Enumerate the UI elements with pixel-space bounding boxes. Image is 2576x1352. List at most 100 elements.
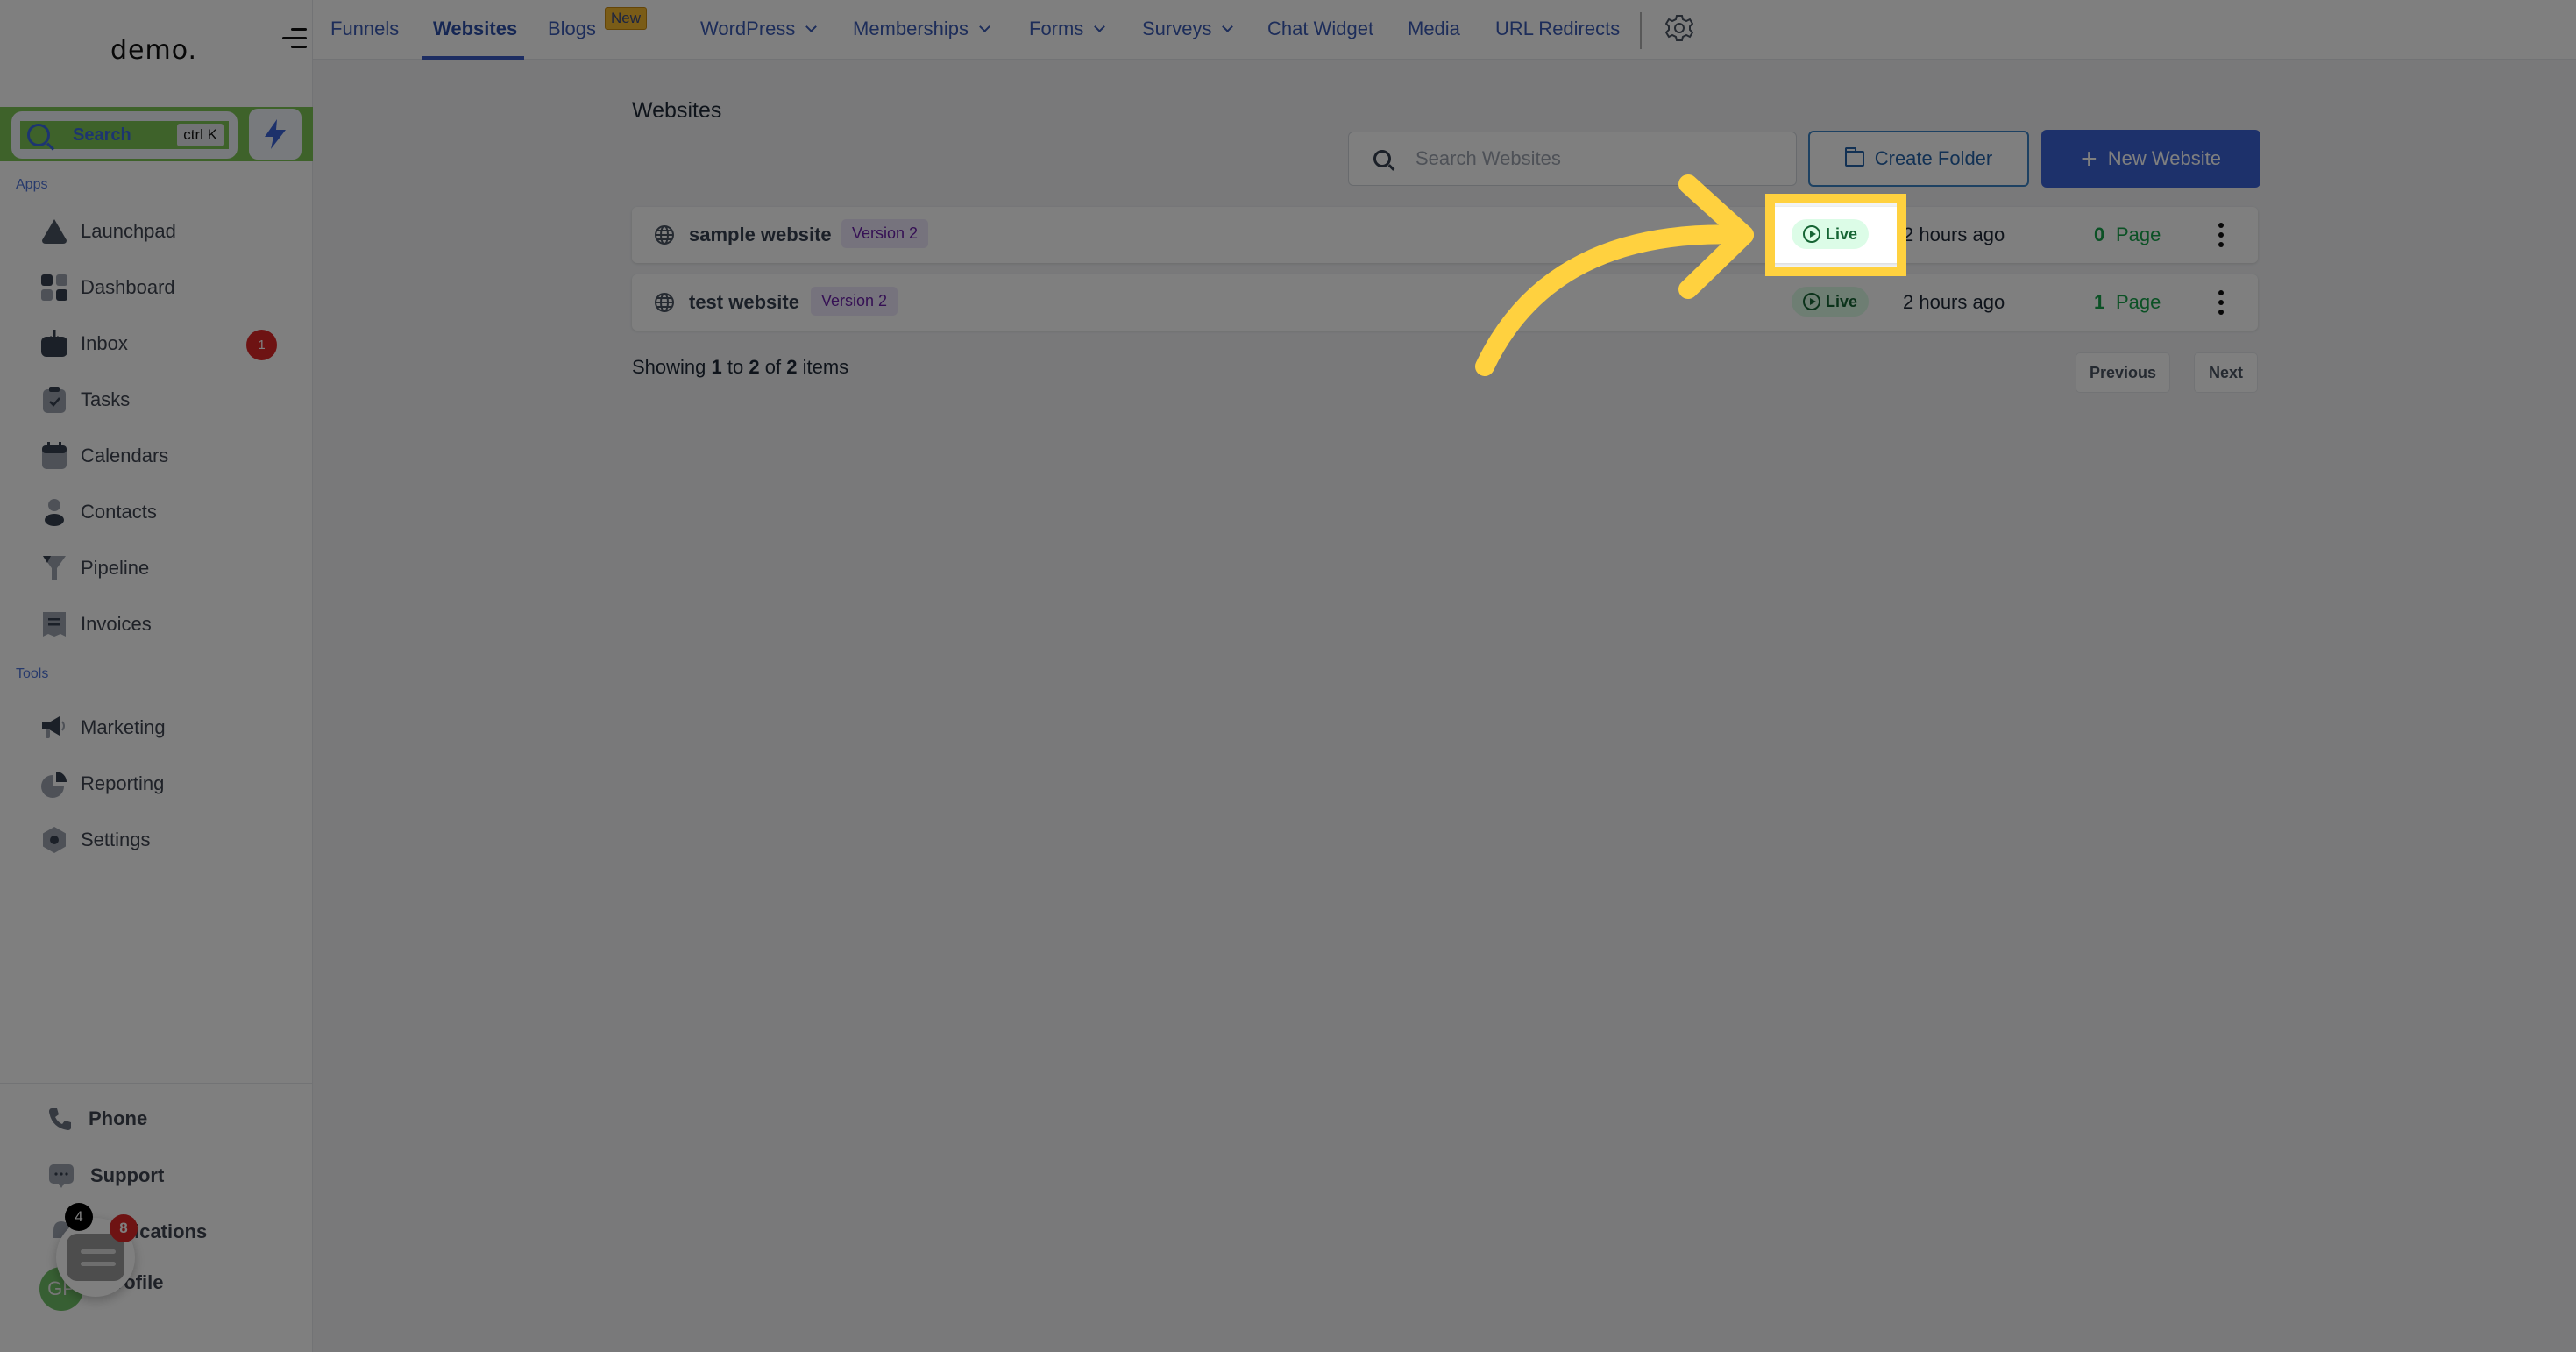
sidebar-item-dashboard[interactable]: Dashboard [40,270,175,305]
sidebar-item-support[interactable]: Support [48,1163,164,1189]
sidebar-item-tasks[interactable]: Tasks [40,382,130,417]
pagination-summary: Showing 1 to 2 of 2 items [632,356,848,379]
tab-label: Memberships [853,18,969,39]
sidebar-item-reporting[interactable]: Reporting [40,766,164,801]
tab-memberships[interactable]: Memberships [853,18,990,40]
sidebar-item-label: Reporting [81,772,165,794]
page-count: 1 [2094,291,2105,313]
version-badge: Version 2 [811,287,898,316]
search-icon [1373,150,1391,167]
sidebar-item-label: Marketing [81,716,166,738]
tab-label: Forms [1029,18,1084,39]
inbox-badge: 1 [246,330,277,360]
tutorial-overlay [0,0,2576,1352]
chevron-down-icon [979,21,990,32]
tab-label: Media [1408,18,1460,39]
page-label[interactable]: Page [2116,291,2161,314]
more-options-button[interactable] [2214,221,2228,249]
sidebar-item-label: Contacts [81,501,157,523]
tab-wordpress[interactable]: WordPress [700,18,818,40]
tab-label: Surveys [1142,18,1212,39]
range-to: 2 [749,356,760,378]
dashboard-icon [40,274,68,302]
more-options-button[interactable] [2214,288,2228,317]
tab-label: Websites [433,18,518,39]
search-websites-input[interactable] [1416,147,1766,170]
chat-widget-icon [67,1234,124,1281]
tab-funnels[interactable]: Funnels [330,18,399,40]
sidebar-item-settings[interactable]: Settings [40,822,151,857]
sidebar-item-label: Support [90,1164,165,1186]
chevron-down-icon [1222,21,1234,32]
sidebar-item-label: Inbox [81,332,128,354]
sidebar-item-marketing[interactable]: Marketing [40,710,166,745]
globe-icon [655,293,674,312]
status-badge: Live [1792,219,1869,249]
sidebar-item-label: Phone [89,1107,148,1129]
new-badge: New [605,7,648,30]
tab-url-redirects[interactable]: URL Redirects [1495,18,1620,40]
create-folder-button[interactable]: Create Folder [1808,131,2029,187]
page-title: Websites [632,98,722,123]
sidebar-item-label: Calendars [81,445,169,466]
quick-actions-button[interactable] [249,109,302,160]
status-label: Live [1825,224,1858,243]
contacts-icon [40,498,68,526]
page-count: 0 [2094,224,2105,245]
sidebar-item-phone[interactable]: Phone [48,1107,147,1131]
sidebar-item-calendars[interactable]: Calendars [40,438,168,473]
tasks-icon [40,386,68,414]
tab-media[interactable]: Media [1408,18,1460,40]
sidebar-item-invoices[interactable]: Invoices [40,607,152,642]
table-row[interactable]: test website Version 2 Live 2 hours ago … [632,274,2258,331]
website-name[interactable]: sample website [689,224,832,246]
tab-chat-widget[interactable]: Chat Widget [1267,18,1373,40]
sidebar-item-label: Invoices [81,613,152,635]
pipeline-icon [40,554,68,582]
tab-forms[interactable]: Forms [1029,18,1106,40]
sidebar-search[interactable]: Search ctrl K [20,121,229,149]
search-shortcut: ctrl K [177,124,224,146]
top-nav: Funnels Websites Blogs New WordPress Mem… [313,0,2576,60]
create-folder-label: Create Folder [1874,147,1993,169]
sidebar-item-label: Settings [81,829,151,850]
sidebar-item-contacts[interactable]: Contacts [40,495,157,530]
tab-websites[interactable]: Websites [433,18,517,40]
folder-icon [1844,147,1864,167]
section-label-apps: Apps [16,177,48,192]
logo: demo. [110,35,198,66]
chevron-down-icon [1094,21,1106,32]
globe-icon [655,225,674,245]
inbox-icon [40,330,68,358]
page-label[interactable]: Page [2116,224,2161,246]
table-row[interactable]: sample website Version 2 Live 2 hours ag… [632,207,2258,263]
sidebar-divider [0,1083,313,1084]
updated-time: 2 hours ago [1903,224,2005,245]
text: items [802,356,849,378]
new-website-label: New Website [2107,147,2221,169]
sidebar-item-pipeline[interactable]: Pipeline [40,551,149,586]
megaphone-icon [40,714,68,742]
sidebar-item-label: Pipeline [81,557,150,579]
version-badge: Version 2 [841,219,929,248]
sidebar-item-inbox[interactable]: Inbox [40,326,128,361]
play-circle-icon [1802,225,1820,243]
next-button[interactable]: Next [2194,352,2258,393]
settings-gear-button[interactable] [1664,14,1694,42]
status-label: Live [1825,292,1858,310]
updated-time: 2 hours ago [1903,291,2005,313]
sidebar-item-label: Tasks [81,388,131,410]
status-badge: Live [1792,287,1869,317]
tab-surveys[interactable]: Surveys [1142,18,1234,40]
text: to [727,356,744,378]
sidebar-item-launchpad[interactable]: Launchpad [40,214,176,249]
tab-blogs[interactable]: Blogs [548,18,596,40]
previous-button[interactable]: Previous [2076,352,2170,393]
pointer-arrow-icon [1475,174,1754,376]
new-website-button[interactable]: + New Website [2041,130,2260,188]
section-label-tools: Tools [16,666,49,681]
text: Showing [632,356,706,378]
collapse-sidebar-button[interactable] [282,26,307,51]
search-websites-field[interactable] [1348,132,1797,186]
website-name[interactable]: test website [689,291,799,314]
